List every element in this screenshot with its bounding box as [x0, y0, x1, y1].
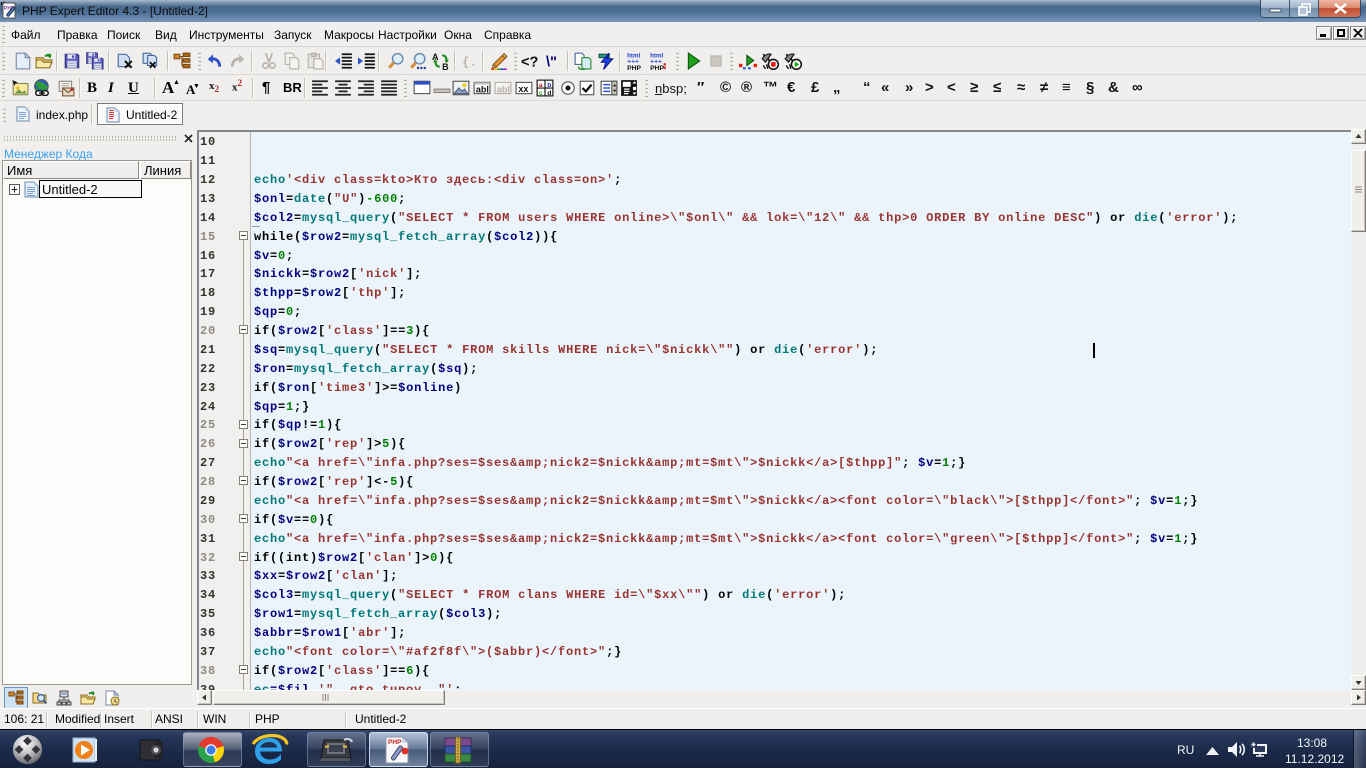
svg-text:a: a	[539, 82, 543, 89]
svg-text:c: c	[539, 90, 543, 97]
svg-text:b: b	[547, 82, 551, 89]
svg-text:B: B	[442, 62, 449, 70]
svg-text:abl: abl	[476, 85, 489, 95]
svg-text:xx: xx	[518, 84, 528, 94]
svg-text:d: d	[547, 90, 551, 97]
svg-text:PHP: PHP	[388, 739, 402, 746]
svg-text:abl: abl	[497, 85, 510, 95]
svg-text:<?: <?	[521, 55, 539, 70]
svg-text:PHP: PHP	[650, 65, 664, 70]
svg-text:{..}: {..}	[462, 56, 479, 70]
svg-text:\": \"	[546, 55, 557, 70]
svg-text:PHP: PHP	[627, 65, 641, 70]
